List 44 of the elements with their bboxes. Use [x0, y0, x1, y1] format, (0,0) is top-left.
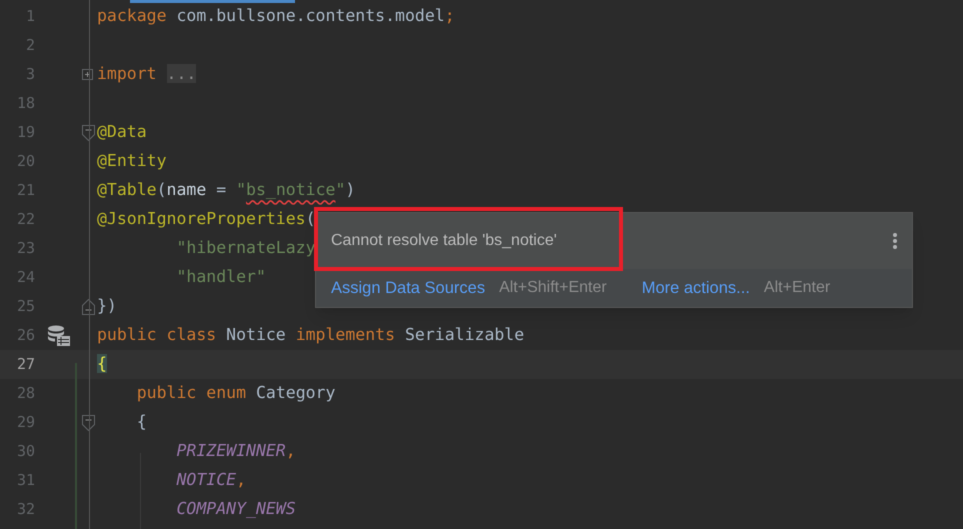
- code-line: PRIZEWINNER,: [175, 440, 296, 462]
- line-number: 31: [16, 470, 35, 492]
- fold-collapse-icon[interactable]: [82, 414, 95, 430]
- code-line: @Entity: [97, 150, 167, 172]
- line-number: 18: [16, 93, 35, 114]
- database-table-icon[interactable]: [46, 324, 70, 346]
- line-number: 19: [16, 122, 35, 144]
- shortcut-hint: Alt+Shift+Enter: [499, 278, 607, 298]
- line-number: 20: [16, 151, 35, 172]
- more-options-icon[interactable]: [892, 232, 898, 250]
- line-number: 30: [16, 441, 35, 462]
- error-message: Cannot resolve table 'bs_notice': [331, 231, 557, 251]
- line-number: 32: [16, 499, 35, 520]
- code-line: @Table(name = "bs_notice"): [97, 179, 356, 202]
- code-line: {: [136, 411, 147, 434]
- line-number: 1: [24, 6, 35, 28]
- code-line: "handler": [175, 266, 266, 288]
- code-line: package com.bullsone.contents.model;: [97, 5, 455, 28]
- line-number: 21: [16, 180, 35, 202]
- code-line: }): [97, 295, 117, 318]
- fold-collapse-icon[interactable]: [82, 124, 95, 140]
- code-line: public enum Category: [136, 382, 336, 404]
- line-number: 23: [16, 238, 35, 260]
- line-number: 25: [16, 296, 35, 318]
- line-number: 28: [16, 383, 35, 404]
- code-line: "hibernateLazy: [175, 237, 316, 260]
- code-line: import ...: [97, 63, 196, 86]
- code-line: COMPANY_NEWS: [175, 498, 296, 520]
- action-link[interactable]: More actions...: [642, 276, 750, 300]
- line-number: 26: [16, 325, 35, 346]
- line-number: 29: [16, 412, 35, 434]
- code-line: NOTICE,: [175, 469, 246, 492]
- line-number: 27: [16, 354, 35, 376]
- code-line: public class Notice implements Serializable: [97, 324, 524, 346]
- action-link[interactable]: Assign Data Sources: [331, 276, 486, 300]
- line-number: 24: [16, 267, 35, 288]
- code-line: @JsonIgnoreProperties(: [97, 208, 316, 230]
- line-number: 22: [16, 209, 35, 230]
- fold-end-icon[interactable]: [82, 298, 95, 314]
- line-number: 3: [24, 64, 35, 86]
- line-number: 2: [24, 35, 35, 56]
- code-line: @Data: [97, 121, 147, 144]
- fold-expand-icon[interactable]: [82, 69, 93, 80]
- shortcut-hint: Alt+Enter: [764, 278, 830, 298]
